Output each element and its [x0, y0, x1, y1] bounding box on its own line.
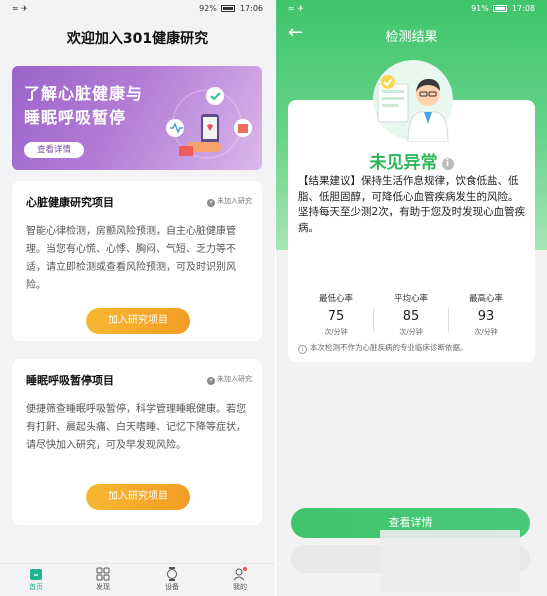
divider — [373, 308, 374, 332]
metric-value: 85 — [402, 309, 420, 324]
home-screen: ≈ ✈ 92% 17:06 欢迎加入301健康研究 了解心脏健康与 睡眠呼吸暂停… — [0, 0, 275, 596]
battery-icon — [221, 5, 236, 12]
tab-me[interactable]: 我的 — [220, 567, 260, 592]
metric-unit: 次/分钟 — [399, 328, 423, 336]
user-icon — [233, 567, 247, 581]
disclaimer: i 本次检测不作为心脏疾病的专业临床诊断依据。 — [298, 342, 538, 354]
status-right: 92% 17:06 — [199, 4, 263, 13]
screenshot-root: ≈ ✈ 92% 17:06 欢迎加入301健康研究 了解心脏健康与 睡眠呼吸暂停… — [0, 0, 547, 596]
banner-details-button[interactable]: 查看详情 — [24, 142, 84, 158]
metric-unit: 次/分钟 — [474, 328, 498, 336]
tab-label: 发现 — [96, 583, 110, 591]
promo-banner[interactable]: 了解心脏健康与 睡眠呼吸暂停 查看详情 — [12, 66, 262, 170]
join-sleep-study-button[interactable]: 加入研究项目 — [86, 484, 190, 510]
status-time: 17:06 — [239, 4, 263, 13]
battery-icon — [493, 5, 508, 12]
tab-label: 首页 — [29, 583, 43, 591]
result-advice: 【结果建议】保持生活作息规律，饮食低盐、低脂、低胆固醇，可降低心血管疾病发生的风… — [298, 175, 526, 234]
tab-devices[interactable]: 设备 — [152, 567, 192, 592]
metric-value: 93 — [477, 309, 495, 324]
home-icon — [30, 569, 42, 580]
bottom-tab-bar: 首页 发现 设备 我的 — [0, 563, 275, 596]
metric-label: 平均心率 — [393, 294, 428, 304]
tab-home[interactable]: 首页 — [16, 567, 56, 592]
watch-icon — [167, 567, 177, 581]
metric-label: 最低心率 — [318, 294, 353, 304]
status-signal: ≈ ✈ — [288, 4, 304, 13]
status-bar: ≈ ✈ 92% 17:06 — [0, 0, 275, 18]
doctor-illustration — [373, 60, 453, 142]
tab-label: 我的 — [233, 583, 247, 591]
page-title: 检测结果 — [385, 30, 438, 45]
metric-unit: 次/分钟 — [324, 328, 348, 336]
metric-min-heart-rate: 最低心率 75 次/分钟 — [301, 292, 371, 337]
blurred-area — [380, 530, 520, 592]
divider — [448, 308, 449, 332]
card-title: 心脏健康研究项目 — [26, 196, 114, 209]
card-status: × 未加入研究 — [207, 374, 252, 385]
result-text: 未见异常 — [369, 153, 438, 173]
banner-illustration — [166, 87, 252, 159]
card-description: 智能心律检测，房颤风险预测，自主心脏健康管理。当您有心慌、心悸、胸闷、气短、乏力… — [26, 226, 236, 291]
disclaimer-text: 本次检测不作为心脏疾病的专业临床诊断依据。 — [310, 343, 468, 352]
metric-label: 最高心率 — [468, 294, 503, 304]
sleep-apnea-card: 睡眠呼吸暂停项目 × 未加入研究 便捷筛查睡眠呼吸暂停，科学管理睡眠健康。若您有打… — [12, 359, 262, 525]
card-description: 便捷筛查睡眠呼吸暂停，科学管理睡眠健康。若您有打鼾、晨起头痛、白天嗜睡、记忆下降… — [26, 404, 246, 451]
metric-avg-heart-rate: 平均心率 85 次/分钟 — [376, 292, 446, 337]
banner-line-2: 睡眠呼吸暂停 — [24, 108, 127, 127]
battery-percent: 91% — [471, 4, 489, 13]
metric-value: 75 — [327, 309, 345, 324]
metric-max-heart-rate: 最高心率 93 次/分钟 — [451, 292, 521, 337]
result-status: 未见异常 i — [276, 148, 547, 173]
info-icon: i — [298, 345, 307, 354]
status-time: 17:08 — [511, 4, 535, 13]
join-heart-study-button[interactable]: 加入研究项目 — [86, 308, 190, 334]
grid-icon — [96, 567, 110, 581]
tab-label: 设备 — [165, 583, 179, 591]
battery-percent: 92% — [199, 4, 217, 13]
banner-line-1: 了解心脏健康与 — [24, 84, 144, 103]
card-title: 睡眠呼吸暂停项目 — [26, 374, 114, 387]
status-bar: ≈ ✈ 91% 17:08 — [276, 0, 547, 18]
result-screen: ≈ ✈ 91% 17:08 ← 检测结果 未见异常 i 【结果建议】保持生活作息… — [276, 0, 547, 596]
status-right: 91% 17:08 — [471, 4, 535, 13]
page-title: 欢迎加入301健康研究 — [66, 31, 209, 47]
info-icon[interactable]: i — [441, 158, 454, 170]
card-status-text: 未加入研究 — [217, 375, 252, 383]
card-status-text: 未加入研究 — [217, 197, 252, 205]
status-signal: ≈ ✈ — [12, 4, 28, 13]
heart-health-card: 心脏健康研究项目 × 未加入研究 智能心律检测，房颤风险预测，自主心脏健康管理。当… — [12, 181, 262, 341]
tab-discover[interactable]: 发现 — [83, 567, 123, 592]
card-status: × 未加入研究 — [207, 196, 252, 207]
close-circle-icon: × — [207, 199, 215, 207]
close-circle-icon: × — [207, 377, 215, 385]
